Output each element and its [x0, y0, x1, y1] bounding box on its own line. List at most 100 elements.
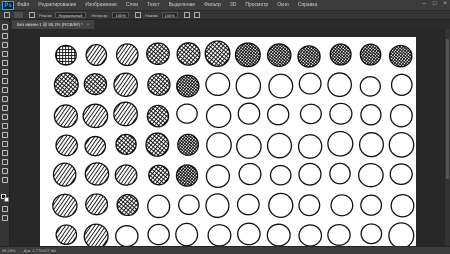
sketch-circle [85, 43, 108, 67]
minimize-button[interactable]: – [423, 1, 426, 7]
brush-icon[interactable] [2, 87, 8, 93]
sketch-circle [177, 133, 200, 156]
sketch-circle [327, 223, 351, 246]
lasso-icon[interactable] [2, 42, 8, 48]
menu-bar: Ps Файл Редактирование Изображение Слои … [0, 0, 450, 10]
menu-3d[interactable]: 3D [230, 2, 236, 8]
document-tabs: Без имени-1 @ 85,2% (RGB/8#) * × [10, 20, 450, 29]
sketch-circle [236, 193, 260, 216]
crop-icon[interactable] [2, 60, 8, 66]
menu-filter[interactable]: Фильтр [204, 2, 221, 8]
menu-help[interactable]: Справка [298, 2, 318, 8]
sketch-circle [147, 194, 171, 219]
eyedropper-icon[interactable] [2, 69, 8, 75]
sketch-circle [357, 162, 384, 188]
menu-edit[interactable]: Редактирование [38, 2, 76, 8]
menu-window[interactable]: Окно [277, 2, 289, 8]
document-canvas[interactable] [40, 37, 416, 246]
sketch-circle [360, 223, 383, 245]
move-icon[interactable] [2, 24, 8, 30]
status-bar: 85,29% Док: 2,77M/27,3M [0, 246, 450, 254]
sketch-circle [298, 194, 321, 217]
mode-select[interactable]: Нормальный [55, 12, 86, 18]
hand-drawn-circles [52, 40, 415, 246]
hand-icon[interactable] [2, 206, 8, 212]
sketch-circle [205, 164, 231, 189]
sketch-circle [390, 73, 413, 96]
sketch-circle [55, 134, 78, 157]
sketch-circle [390, 193, 415, 218]
type-icon[interactable] [2, 159, 8, 165]
sketch-circle [176, 74, 200, 98]
sketch-circle [329, 43, 352, 66]
sketch-circle [236, 133, 262, 159]
window-controls: – □ × [423, 1, 447, 7]
zoom-icon[interactable] [2, 215, 8, 221]
menu-view[interactable]: Просмотр [245, 2, 268, 8]
sketch-circle [388, 222, 415, 246]
marquee-icon[interactable] [2, 33, 8, 39]
tab-document[interactable]: Без имени-1 @ 85,2% (RGB/8#) * × [12, 20, 95, 29]
close-button[interactable]: × [443, 1, 447, 7]
sketch-circle [298, 72, 322, 95]
sketch-circle [359, 76, 381, 97]
gradient-icon[interactable] [2, 123, 8, 129]
brush-preset-dropdown[interactable] [14, 12, 23, 18]
sketch-circle [205, 72, 231, 97]
brush-preset-icon[interactable] [4, 12, 10, 18]
sketch-circle [53, 72, 79, 98]
sketch-circle [115, 43, 139, 67]
sketch-circle [206, 132, 232, 158]
healing-icon[interactable] [2, 78, 8, 84]
shape-icon[interactable] [2, 177, 8, 183]
sketch-circle [175, 164, 199, 187]
sketch-circle [176, 103, 198, 124]
workspace [10, 29, 450, 246]
sketch-circle [388, 44, 413, 68]
menu-type[interactable]: Текст [147, 2, 160, 8]
tab-close-icon[interactable]: × [87, 22, 90, 27]
sketch-circle [389, 103, 413, 128]
stamp-icon[interactable] [2, 96, 8, 102]
blur-icon[interactable] [2, 132, 8, 138]
sketch-circle [266, 132, 293, 159]
menu-file[interactable]: Файл [17, 2, 29, 8]
sketch-circle [178, 194, 200, 216]
sketch-circle [175, 222, 199, 246]
sketch-circle [148, 164, 170, 186]
quick-select-icon[interactable] [2, 51, 8, 57]
eraser-icon[interactable] [2, 114, 8, 120]
sketch-circle [237, 222, 261, 246]
sketch-circle [205, 103, 232, 129]
sketch-circle [82, 103, 109, 129]
sketch-circle [388, 131, 415, 158]
pen-icon[interactable] [2, 150, 8, 156]
path-select-icon[interactable] [2, 168, 8, 174]
options-bar: Режим: Нормальный Непрозр.: 100% Нажим: … [0, 10, 450, 20]
airbrush-icon[interactable] [183, 12, 190, 18]
maximize-button[interactable]: □ [433, 1, 437, 7]
dodge-icon[interactable] [2, 141, 8, 147]
zoom-level[interactable]: 85,29% [2, 248, 16, 253]
vertical-scrollbar[interactable] [445, 29, 450, 246]
sketch-circle [327, 130, 354, 157]
menu-layers[interactable]: Слои [126, 2, 138, 8]
background-color-swatch[interactable] [4, 197, 9, 202]
menu-select[interactable]: Выделение [169, 2, 196, 8]
sketch-circle [146, 42, 170, 66]
sketch-circle [52, 162, 77, 187]
brush-panel-icon[interactable] [29, 12, 35, 18]
pressure-opacity-icon[interactable] [134, 12, 141, 18]
opacity-field[interactable]: 100% [112, 12, 129, 18]
flow-field[interactable]: 100% [161, 12, 178, 18]
sketch-circle [389, 163, 413, 186]
menu-image[interactable]: Изображение [85, 2, 117, 8]
sketch-circle [147, 223, 170, 246]
scroll-thumb[interactable] [446, 39, 449, 179]
history-brush-icon[interactable] [2, 105, 8, 111]
pressure-size-icon[interactable] [193, 12, 200, 18]
sketch-circle [83, 223, 109, 246]
sketch-circle [53, 104, 78, 128]
sketch-circle [115, 133, 137, 156]
sketch-circle [52, 193, 78, 218]
